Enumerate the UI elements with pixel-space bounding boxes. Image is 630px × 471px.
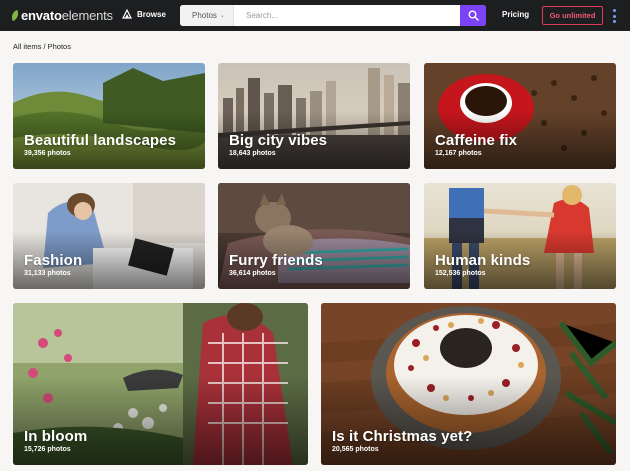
breadcrumb-all-items-link[interactable]: All items [13, 42, 41, 51]
collection-card-caffeine-fix[interactable]: Caffeine fix 12,167 photos [424, 63, 616, 169]
card-count: 152,536 photos [435, 270, 486, 277]
more-menu-icon[interactable] [611, 9, 617, 23]
collection-card-human-kinds[interactable]: Human kinds 152,536 photos [424, 183, 616, 289]
card-title: Furry friends [229, 252, 323, 269]
browse-label: Browse [137, 9, 166, 19]
card-title: Fashion [24, 252, 83, 269]
collection-card-is-it-christmas-yet[interactable]: Is it Christmas yet? 20,565 photos [321, 303, 616, 465]
card-count: 20,565 photos [332, 446, 379, 453]
card-count: 39,356 photos [24, 150, 71, 157]
breadcrumb: All items / Photos [13, 42, 71, 51]
search-bar: Photos ⌄ [180, 5, 486, 26]
search-icon [468, 10, 479, 21]
leaf-icon [9, 9, 21, 22]
search-input[interactable] [238, 5, 458, 26]
card-title: Big city vibes [229, 132, 328, 149]
card-title: Human kinds [435, 252, 531, 269]
browse-icon [122, 8, 132, 19]
collection-card-fashion[interactable]: Fashion 31,133 photos [13, 183, 205, 289]
breadcrumb-separator: / [43, 42, 46, 51]
card-count: 31,133 photos [24, 270, 71, 277]
search-button[interactable] [460, 5, 486, 26]
card-title: Beautiful landscapes [24, 132, 177, 149]
go-unlimited-button[interactable]: Go unlimited [542, 6, 603, 25]
search-category-value: Photos [192, 11, 217, 20]
card-title: In bloom [24, 428, 88, 445]
chevron-down-icon: ⌄ [219, 13, 225, 19]
card-title: Caffeine fix [435, 132, 518, 149]
search-category-dropdown[interactable]: Photos ⌄ [180, 5, 234, 26]
envato-elements-logo[interactable]: envatoelements [9, 8, 113, 23]
pricing-link[interactable]: Pricing [502, 10, 529, 19]
breadcrumb-current: Photos [47, 42, 71, 51]
card-count: 36,614 photos [229, 270, 276, 277]
top-nav-bar: envatoelements Browse Photos ⌄ Pricing G… [0, 0, 630, 31]
collection-card-big-city-vibes[interactable]: Big city vibes 18,643 photos [218, 63, 410, 169]
card-count: 18,643 photos [229, 150, 276, 157]
card-count: 12,167 photos [435, 150, 482, 157]
card-count: 15,726 photos [24, 446, 71, 453]
collection-card-in-bloom[interactable]: In bloom 15,726 photos [13, 303, 308, 465]
collection-card-beautiful-landscapes[interactable]: Beautiful landscapes 39,356 photos [13, 63, 205, 169]
card-title: Is it Christmas yet? [332, 428, 473, 445]
browse-menu-button[interactable]: Browse [122, 8, 166, 19]
logo-text: envatoelements [21, 8, 113, 23]
collection-card-furry-friends[interactable]: Furry friends 36,614 photos [218, 183, 410, 289]
